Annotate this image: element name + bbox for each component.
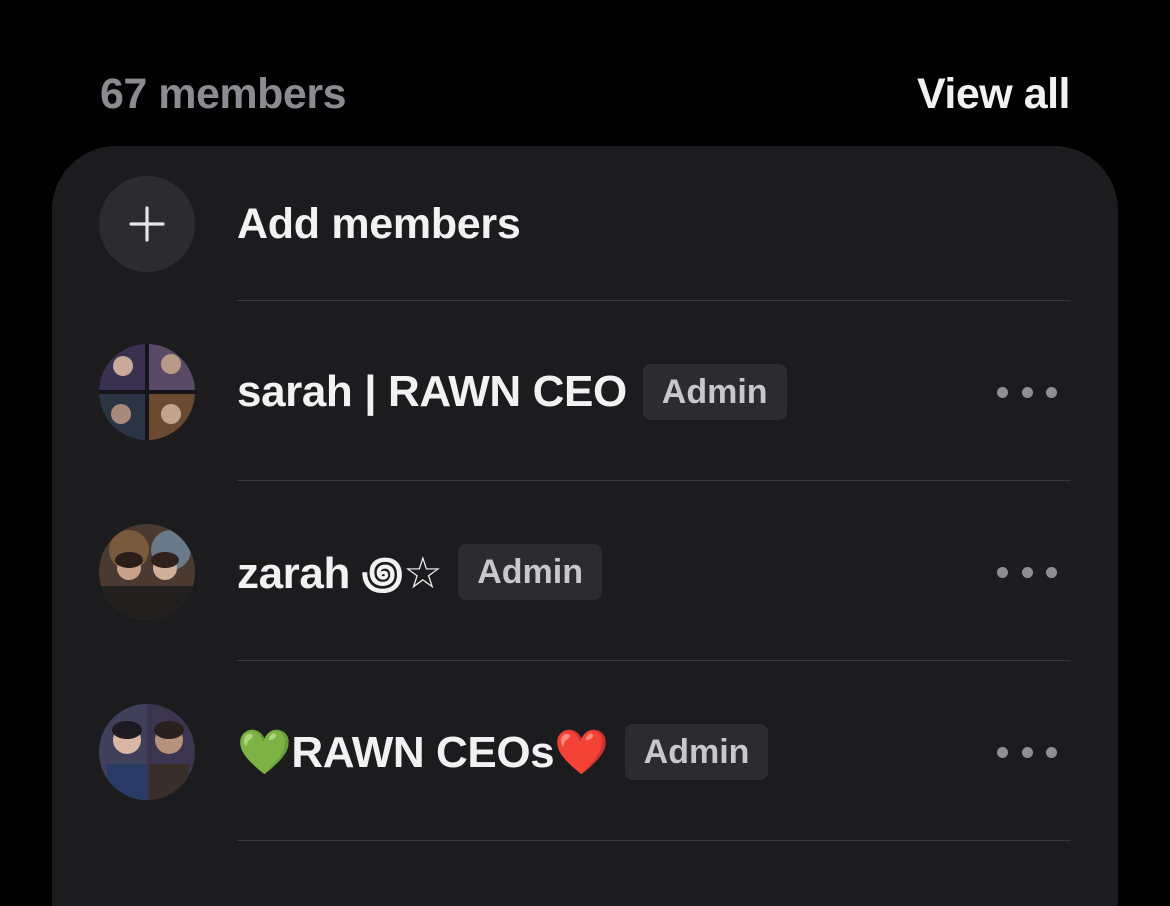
divider [237, 840, 1071, 841]
more-horizontal-icon [997, 386, 1008, 398]
admin-badge: Admin [642, 364, 787, 420]
members-header: 67 members View all [100, 62, 1070, 126]
admin-badge: Admin [458, 544, 602, 600]
more-dot [1046, 566, 1057, 578]
add-members-label: Add members [237, 199, 521, 248]
admin-badge: Admin [624, 724, 769, 780]
member-row[interactable]: 💚RAWN CEOs❤️ Admin [99, 704, 1071, 800]
member-row[interactable]: sarah | RAWN CEO Admin [99, 344, 1071, 440]
more-options-button[interactable] [997, 372, 1057, 412]
more-dot [1046, 386, 1057, 398]
more-dot [1021, 746, 1033, 758]
avatar[interactable] [99, 344, 195, 440]
avatar-image [99, 524, 195, 620]
avatar[interactable] [99, 524, 195, 620]
more-horizontal-icon [997, 566, 1008, 578]
members-card: Add members sarah | RAWN CEO Admin zarah… [52, 146, 1118, 906]
add-members-button[interactable] [99, 176, 195, 272]
member-count: 67 members [100, 69, 347, 118]
add-members-row[interactable]: Add members [99, 176, 1071, 272]
divider [237, 300, 1071, 301]
avatar[interactable] [99, 704, 195, 800]
member-name: 💚RAWN CEOs❤️ [237, 728, 609, 777]
avatar-image [99, 704, 195, 800]
divider [237, 660, 1071, 661]
plus-icon [129, 206, 165, 242]
more-dot [1046, 746, 1057, 758]
member-name: sarah | RAWN CEO [237, 367, 627, 416]
more-options-button[interactable] [997, 552, 1057, 592]
divider [237, 480, 1071, 481]
more-dot [1021, 386, 1033, 398]
avatar-image [99, 344, 195, 440]
more-dot [1021, 566, 1033, 578]
more-horizontal-icon [997, 746, 1008, 758]
more-options-button[interactable] [997, 732, 1057, 772]
member-row[interactable]: zarah ꩜☆ Admin [99, 524, 1071, 620]
view-all-link[interactable]: View all [917, 70, 1070, 119]
member-info: zarah ꩜☆ Admin [237, 540, 997, 604]
member-info: 💚RAWN CEOs❤️ Admin [237, 724, 997, 780]
member-info: sarah | RAWN CEO Admin [237, 364, 997, 420]
member-name: zarah ꩜☆ [237, 549, 443, 598]
